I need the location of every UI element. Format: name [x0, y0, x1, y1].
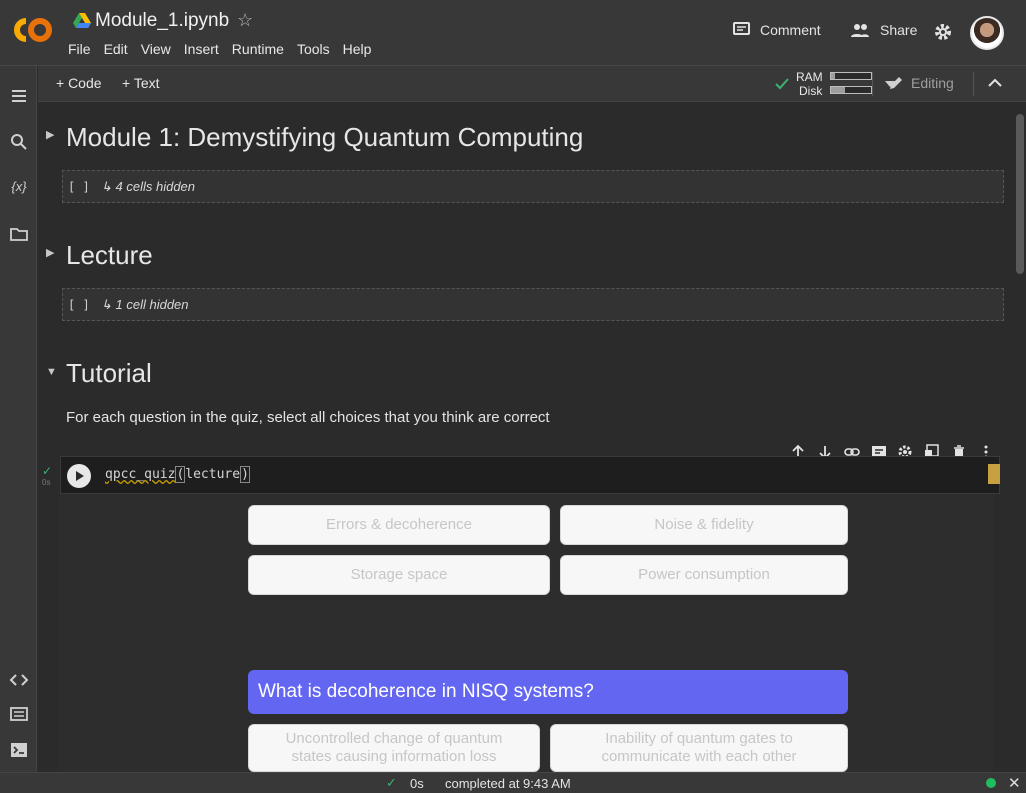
connected-check-icon	[775, 78, 789, 90]
tutorial-instruction: For each question in the quiz, select al…	[66, 409, 550, 426]
status-message[interactable]: completed at 9:43 AM	[445, 776, 571, 791]
share-label: Share	[880, 22, 918, 38]
variables-icon[interactable]: {x}	[9, 179, 29, 199]
section-heading-lecture: Lecture	[66, 240, 153, 270]
menu-runtime[interactable]: Runtime	[232, 41, 284, 57]
cell-bracket: [ ]	[68, 180, 90, 194]
cell-marker	[988, 464, 1000, 484]
table-of-contents-icon[interactable]	[9, 86, 29, 106]
code-text[interactable]: qpcc_quiz(lecture)	[105, 466, 250, 483]
menu-help[interactable]: Help	[343, 41, 372, 57]
code-cell[interactable]: qpcc_quiz(lecture)	[60, 456, 1000, 494]
status-duration: 0s	[410, 776, 424, 791]
code-argument: lecture	[185, 467, 241, 482]
section-heading-tutorial: Tutorial	[66, 358, 152, 388]
menu-insert[interactable]: Insert	[184, 41, 219, 57]
comment-button[interactable]: Comment	[733, 22, 821, 38]
ram-bar	[830, 72, 872, 80]
caret-right-icon[interactable]: ▶	[46, 128, 54, 141]
run-cell-button[interactable]	[67, 464, 91, 488]
hidden-cells-label: ↳ 1 cell hidden	[101, 297, 189, 312]
comment-icon	[733, 22, 750, 35]
close-icon[interactable]: ✕	[1008, 774, 1021, 792]
section-heading-module: Module 1: Demystifying Quantum Computing	[66, 122, 584, 152]
settings-gear-icon[interactable]	[933, 22, 953, 42]
code-paren: )	[240, 466, 250, 483]
hidden-cells-block[interactable]: [ ] ↳ 1 cell hidden	[62, 288, 1004, 321]
notebook-content: ▶ Module 1: Demystifying Quantum Computi…	[38, 102, 1026, 772]
editing-label: Editing	[911, 75, 954, 91]
chevron-up-icon[interactable]	[988, 78, 1002, 88]
colab-window: Module_1.ipynb ☆ File Edit View Insert R…	[0, 0, 1026, 793]
caret-down-icon[interactable]: ▼	[46, 366, 57, 378]
drive-icon[interactable]	[73, 13, 91, 29]
disk-label: Disk	[799, 84, 823, 98]
command-palette-icon[interactable]	[9, 704, 29, 724]
play-icon	[76, 471, 84, 481]
scrollbar-thumb[interactable]	[1016, 114, 1024, 274]
quiz-question: What is decoherence in NISQ systems?	[248, 670, 848, 714]
cell-output: Errors & decoherence Noise & fidelity St…	[58, 494, 994, 772]
people-icon	[851, 24, 869, 37]
avatar[interactable]	[970, 16, 1004, 50]
add-text-button[interactable]: + Text	[122, 75, 160, 91]
header: Module_1.ipynb ☆ File Edit View Insert R…	[0, 0, 1026, 66]
code-paren: (	[175, 466, 186, 483]
disk-bar	[830, 86, 872, 94]
hidden-cells-label: ↳ 4 cells hidden	[101, 179, 196, 194]
left-rail: {x}	[0, 66, 37, 772]
star-icon[interactable]: ☆	[237, 10, 253, 31]
share-button[interactable]: Share	[850, 22, 917, 38]
add-code-button[interactable]: + Code	[56, 75, 102, 91]
ram-bar-fill	[831, 73, 835, 79]
hidden-cells-block[interactable]: [ ] ↳ 4 cells hidden	[62, 170, 1004, 203]
status-check-icon: ✓	[386, 775, 397, 790]
disk-bar-fill	[831, 87, 845, 93]
menu-tools[interactable]: Tools	[297, 41, 330, 57]
notebook-toolbar: + Code + Text RAM Disk Editing	[38, 66, 1026, 102]
pencil-icon	[890, 77, 902, 89]
menu-bar: File Edit View Insert Runtime Tools Help	[68, 41, 384, 57]
notebook-title[interactable]: Module_1.ipynb	[95, 10, 229, 32]
quiz-choice[interactable]: Noise & fidelity	[560, 505, 848, 545]
menu-edit[interactable]: Edit	[104, 41, 128, 57]
cell-bracket: [ ]	[68, 298, 90, 312]
search-icon[interactable]	[9, 132, 29, 152]
execution-check-icon: ✓	[42, 464, 53, 478]
toolbar-divider	[872, 72, 873, 96]
menu-file[interactable]: File	[68, 41, 91, 57]
quiz-choice[interactable]: Storage space	[248, 555, 550, 595]
editing-mode-button[interactable]: Editing	[888, 75, 954, 91]
quiz-choice[interactable]: Errors & decoherence	[248, 505, 550, 545]
quiz-choice[interactable]: Inability of quantum gates to communicat…	[550, 724, 848, 772]
scrollbar[interactable]	[1014, 102, 1026, 772]
comment-label: Comment	[760, 22, 821, 38]
execution-time: 0s	[42, 478, 51, 487]
toolbar-divider	[973, 72, 974, 96]
quiz-choice[interactable]: Power consumption	[560, 555, 848, 595]
caret-right-icon[interactable]: ▶	[46, 246, 54, 259]
quiz-choice[interactable]: Uncontrolled change of quantum states ca…	[248, 724, 540, 772]
code-function: qpcc_quiz	[105, 467, 176, 482]
colab-logo-icon[interactable]	[12, 15, 54, 45]
menu-view[interactable]: View	[141, 41, 171, 57]
code-snippets-icon[interactable]	[9, 670, 29, 690]
terminal-icon[interactable]	[9, 740, 29, 760]
status-bar: ✓ 0s completed at 9:43 AM ✕	[0, 772, 1026, 793]
connection-status-icon	[986, 778, 996, 788]
ram-label: RAM	[796, 70, 823, 84]
folder-icon[interactable]	[9, 224, 29, 244]
